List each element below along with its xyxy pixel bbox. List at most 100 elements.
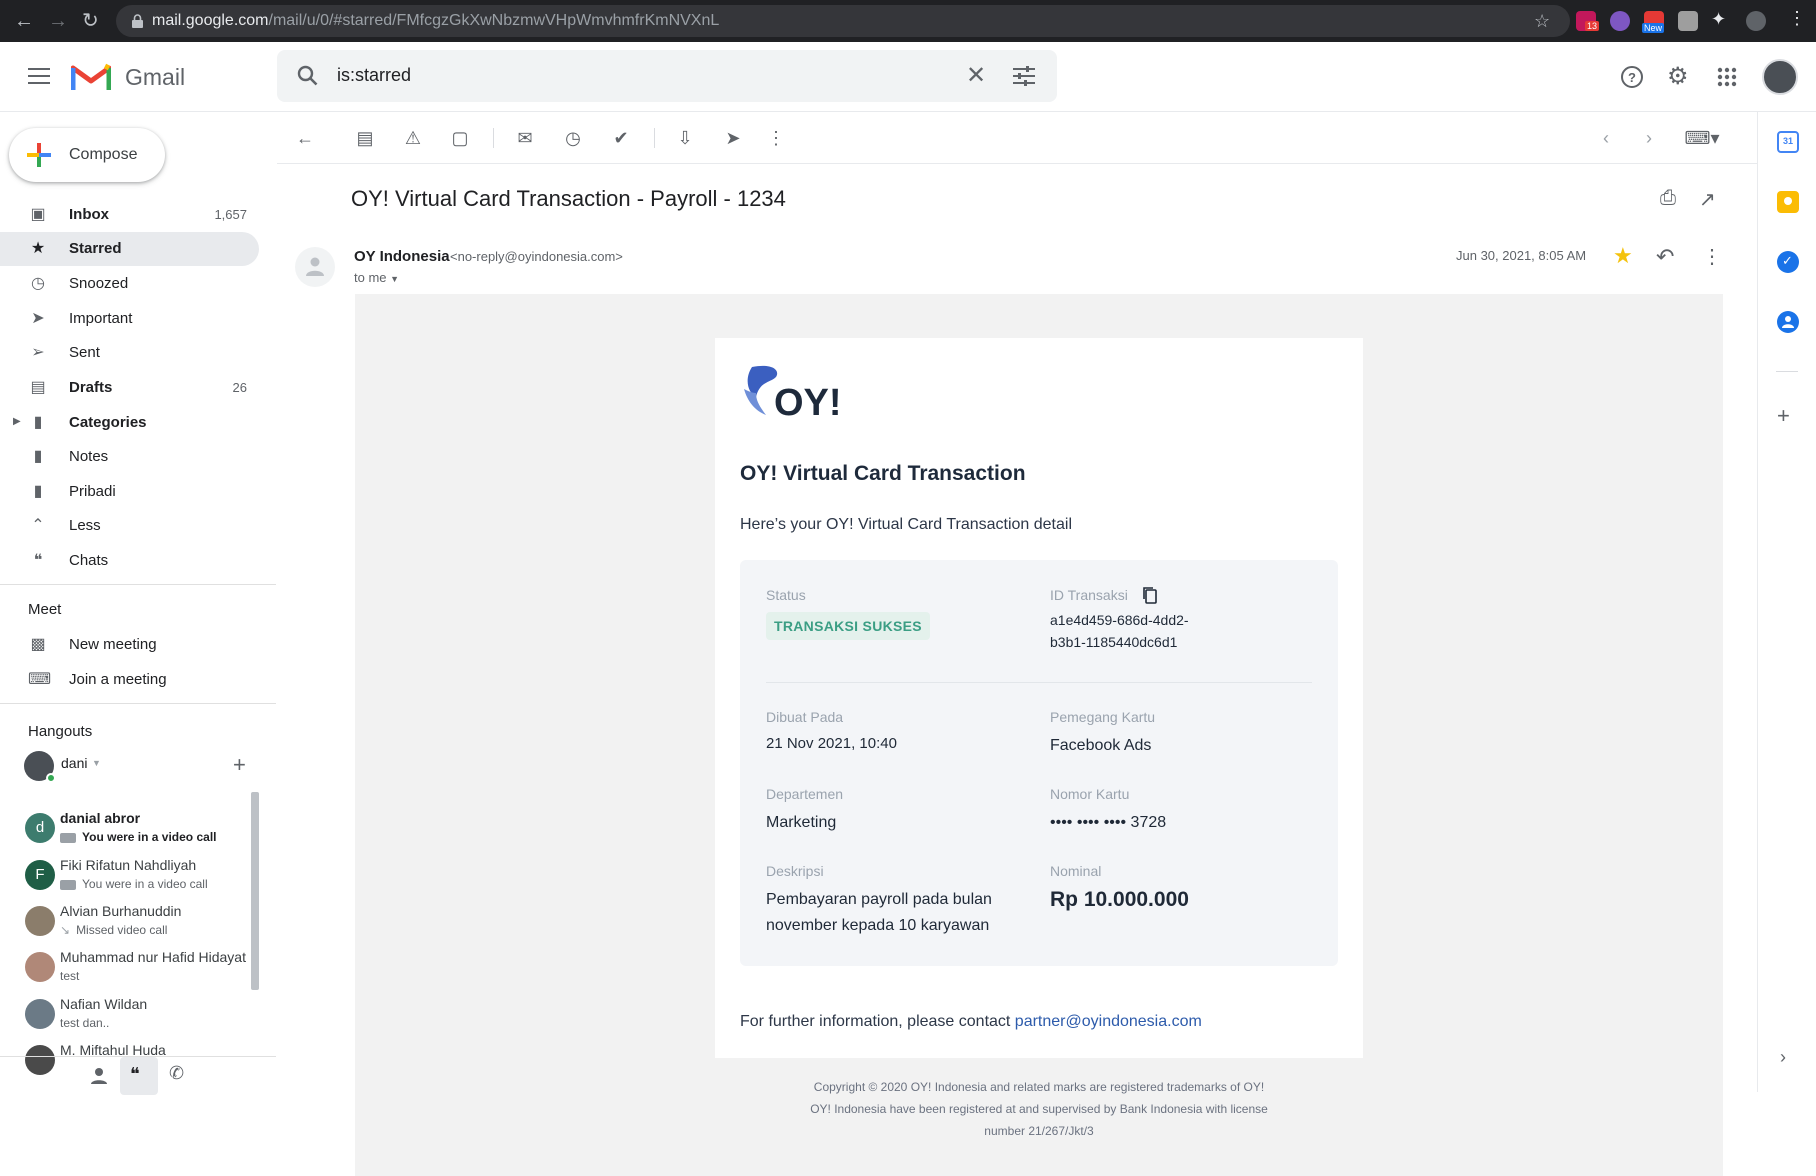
new-conversation-icon[interactable]: + bbox=[233, 752, 246, 778]
clear-search-icon[interactable]: ✕ bbox=[966, 61, 986, 90]
contacts-person-icon[interactable] bbox=[90, 1067, 108, 1085]
sidebar-item-chats[interactable]: ❝ Chats bbox=[0, 544, 259, 578]
hangouts-contact[interactable]: Alvian Burhanuddin ↘ Missed video call bbox=[22, 902, 258, 946]
main-menu-icon[interactable] bbox=[28, 68, 50, 84]
search-bar[interactable]: is:starred ✕ bbox=[277, 50, 1057, 102]
contact-email-link[interactable]: partner@oyindonesia.com bbox=[1015, 1013, 1202, 1030]
hangouts-user-name[interactable]: dani bbox=[61, 755, 87, 771]
sidebar-item-drafts[interactable]: ▤ Drafts 26 bbox=[0, 371, 259, 405]
puzzle-icon[interactable]: ✦ bbox=[1711, 9, 1726, 30]
search-icon[interactable] bbox=[297, 65, 319, 87]
browser-menu-icon[interactable]: ⋮ bbox=[1788, 8, 1806, 29]
extension-icon[interactable] bbox=[1678, 11, 1698, 31]
sidebar-item-notes[interactable]: ▮ Notes bbox=[0, 440, 259, 474]
sidebar-item-sent[interactable]: ➢ Sent bbox=[0, 336, 259, 370]
older-chevron-icon[interactable]: › bbox=[1637, 126, 1661, 150]
amount-label: Nominal bbox=[1050, 863, 1102, 879]
move-to-icon[interactable]: ⇩ bbox=[673, 126, 697, 150]
sidebar-item-snoozed[interactable]: ◷ Snoozed bbox=[0, 267, 259, 301]
apps-grid-icon[interactable] bbox=[1717, 67, 1737, 87]
sidebar-item-label: Chats bbox=[69, 552, 109, 569]
reload-icon[interactable]: ↻ bbox=[82, 10, 99, 32]
calendar-icon[interactable]: 31 bbox=[1777, 131, 1799, 153]
message-more-icon[interactable]: ⋮ bbox=[1702, 244, 1722, 269]
extension-icon[interactable]: 13 bbox=[1576, 11, 1600, 31]
print-icon[interactable]: ⎙ bbox=[1660, 187, 1676, 210]
forward-icon[interactable]: → bbox=[48, 10, 68, 32]
copyright-line: OY! Indonesia have been registered at an… bbox=[810, 1102, 1268, 1116]
profile-avatar[interactable] bbox=[1746, 11, 1766, 31]
lock-icon bbox=[132, 14, 143, 28]
add-to-tasks-icon[interactable]: ✔ bbox=[609, 126, 633, 150]
sidebar-item-inbox[interactable]: ▣ Inbox 1,657 bbox=[0, 198, 259, 232]
gmail-logo[interactable] bbox=[71, 62, 111, 92]
back-icon[interactable]: ← bbox=[14, 10, 34, 32]
sidebar-item-pribadi[interactable]: ▮ Pribadi bbox=[0, 475, 259, 509]
recipient-details-toggle[interactable]: to me ▼ bbox=[354, 270, 399, 285]
search-input[interactable]: is:starred bbox=[337, 65, 411, 86]
card-holder-label: Pemegang Kartu bbox=[1050, 709, 1156, 725]
gmail-header: Gmail is:starred ✕ ? ⚙ bbox=[0, 42, 1816, 112]
avatar: d bbox=[25, 813, 55, 843]
status-label: Status bbox=[766, 587, 806, 603]
status-badge: TRANSAKSI SUKSES bbox=[766, 612, 930, 640]
sidebar-item-less[interactable]: ⌃ Less bbox=[0, 509, 259, 543]
extension-icon[interactable] bbox=[1610, 11, 1630, 31]
hangouts-icon: ❝ bbox=[130, 1064, 140, 1084]
show-side-panel-chevron-icon[interactable]: › bbox=[1780, 1047, 1786, 1068]
department-value: Marketing bbox=[766, 814, 837, 831]
new-meeting-button[interactable]: ▩ New meeting bbox=[0, 628, 259, 662]
hangouts-contact[interactable]: d danial abror You were in a video call bbox=[22, 809, 258, 853]
keep-icon[interactable] bbox=[1777, 191, 1799, 213]
mark-unread-icon[interactable]: ✉ bbox=[513, 126, 537, 150]
sender-name[interactable]: OY Indonesia bbox=[354, 248, 450, 265]
scrollbar[interactable] bbox=[251, 792, 259, 990]
join-meeting-label: Join a meeting bbox=[69, 671, 167, 688]
input-tools-icon[interactable]: ⌨▾ bbox=[1682, 126, 1722, 150]
snooze-icon[interactable]: ◷ bbox=[561, 126, 585, 150]
address-bar[interactable]: mail.google.com/mail/u/0/#starred/FMfcgz… bbox=[116, 5, 1570, 37]
settings-gear-icon[interactable]: ⚙ bbox=[1667, 62, 1689, 91]
newer-chevron-icon[interactable]: ‹ bbox=[1594, 126, 1618, 150]
sidebar-item-important[interactable]: ➤ Important bbox=[0, 302, 259, 336]
archive-icon[interactable]: ▤ bbox=[353, 126, 377, 150]
account-avatar[interactable] bbox=[1762, 59, 1798, 95]
delete-icon[interactable]: ▢ bbox=[448, 126, 472, 150]
compose-button[interactable]: Compose bbox=[9, 128, 165, 182]
copyright-notice: Copyright © 2020 OY! Indonesia and relat… bbox=[715, 1076, 1363, 1142]
sidebar-item-categories[interactable]: ▶ ▮ Categories bbox=[0, 406, 259, 440]
chevron-down-icon: ▼ bbox=[390, 274, 400, 284]
starred-star-icon[interactable]: ★ bbox=[1613, 243, 1633, 269]
open-new-window-icon[interactable]: ↗ bbox=[1699, 187, 1716, 212]
search-options-icon[interactable] bbox=[1013, 66, 1035, 86]
hangouts-contact[interactable]: F Fiki Rifatun Nahdliyah You were in a v… bbox=[22, 856, 258, 900]
side-panel: 31 ✓ + › bbox=[1757, 112, 1816, 1092]
hangouts-heading: Hangouts bbox=[28, 723, 93, 740]
sidebar-item-starred[interactable]: ★ Starred bbox=[0, 232, 259, 266]
bookmark-star-icon[interactable]: ☆ bbox=[1534, 11, 1550, 32]
card-holder-value: Facebook Ads bbox=[1050, 737, 1152, 754]
contacts-icon[interactable] bbox=[1777, 311, 1799, 333]
copy-icon[interactable] bbox=[1142, 586, 1158, 604]
get-addons-plus-icon[interactable]: + bbox=[1777, 403, 1790, 429]
report-spam-icon[interactable]: ⚠ bbox=[401, 126, 425, 150]
hangouts-contact[interactable]: Muhammad nur Hafid Hidayat test bbox=[22, 948, 258, 992]
video-camera-icon bbox=[60, 832, 76, 843]
description-label: Deskripsi bbox=[766, 863, 824, 879]
hangouts-contact[interactable]: Nafian Wildan test dan.. bbox=[22, 995, 258, 1039]
expand-arrow-icon[interactable]: ▶ bbox=[13, 416, 21, 427]
status-dropdown-icon[interactable]: ▼ bbox=[92, 758, 101, 768]
label-icon: ▮ bbox=[33, 448, 43, 465]
back-to-list-icon[interactable]: ← bbox=[293, 126, 317, 150]
tab-hangouts[interactable]: ❝ bbox=[120, 1057, 158, 1095]
reply-icon[interactable]: ↶ bbox=[1656, 244, 1674, 270]
sidebar-item-label: Inbox bbox=[69, 206, 109, 223]
help-icon[interactable]: ? bbox=[1620, 65, 1644, 89]
more-options-icon[interactable]: ⋮ bbox=[764, 126, 788, 150]
tasks-icon[interactable]: ✓ bbox=[1777, 251, 1799, 273]
extension-icon[interactable]: New bbox=[1642, 11, 1665, 33]
phone-icon[interactable]: ✆ bbox=[169, 1063, 184, 1084]
label-icon[interactable]: ➤ bbox=[721, 126, 745, 150]
join-meeting-button[interactable]: ⌨ Join a meeting bbox=[0, 663, 259, 697]
compose-label: Compose bbox=[69, 146, 138, 163]
